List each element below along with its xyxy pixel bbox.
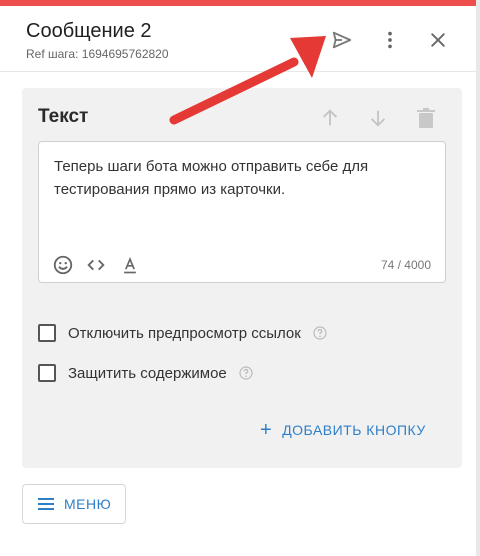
code-icon	[87, 259, 105, 271]
menu-label: МЕНЮ	[64, 496, 112, 512]
arrow-down-icon	[370, 110, 386, 127]
text-format-icon	[124, 257, 136, 274]
disable-preview-checkbox[interactable]	[38, 324, 56, 342]
add-button-label: ДОБАВИТЬ КНОПКУ	[282, 422, 426, 438]
right-edge	[476, 0, 480, 556]
protect-content-checkbox[interactable]	[38, 364, 56, 382]
char-counter: 74 / 4000	[380, 258, 431, 272]
emoji-icon	[53, 255, 73, 275]
protect-content-label: Защитить содержимое	[68, 364, 227, 382]
move-down-button[interactable]	[364, 104, 392, 132]
add-button-button[interactable]: + ДОБАВИТЬ КНОПКУ	[260, 420, 426, 440]
move-up-button[interactable]	[316, 104, 344, 132]
text-block-card: Текст Теперь шаги бота можно отправить с…	[22, 88, 462, 468]
more-vert-icon	[388, 31, 392, 49]
text-format-button[interactable]	[118, 253, 142, 277]
option-disable-preview[interactable]: Отключить предпросмотр ссылок	[38, 322, 327, 344]
help-icon[interactable]	[239, 366, 253, 380]
help-icon[interactable]	[313, 326, 327, 340]
disable-preview-label: Отключить предпросмотр ссылок	[68, 324, 301, 342]
trash-icon	[417, 108, 435, 128]
message-panel: Сообщение 2 Ref шага: 1694695762820 Текс…	[0, 0, 476, 556]
panel-title: Сообщение 2	[26, 20, 152, 42]
emoji-button[interactable]	[51, 253, 75, 277]
message-text-editor[interactable]: Теперь шаги бота можно отправить себе дл…	[38, 141, 446, 283]
block-title: Текст	[38, 106, 89, 127]
panel-header: Сообщение 2 Ref шага: 1694695762820	[0, 6, 476, 72]
plus-icon: +	[260, 419, 273, 441]
step-ref: Ref шага: 1694695762820	[26, 47, 169, 61]
option-protect-content[interactable]: Защитить содержимое	[38, 362, 253, 384]
send-icon	[332, 31, 352, 49]
close-icon	[431, 33, 445, 47]
send-test-button[interactable]	[326, 24, 358, 56]
code-button[interactable]	[84, 253, 108, 277]
message-text[interactable]: Теперь шаги бота можно отправить себе дл…	[54, 155, 434, 201]
more-options-button[interactable]	[374, 24, 406, 56]
menu-icon	[38, 498, 54, 510]
close-button[interactable]	[422, 24, 454, 56]
arrow-up-icon	[322, 109, 338, 126]
menu-button[interactable]: МЕНЮ	[22, 484, 126, 524]
delete-block-button[interactable]	[412, 104, 440, 132]
